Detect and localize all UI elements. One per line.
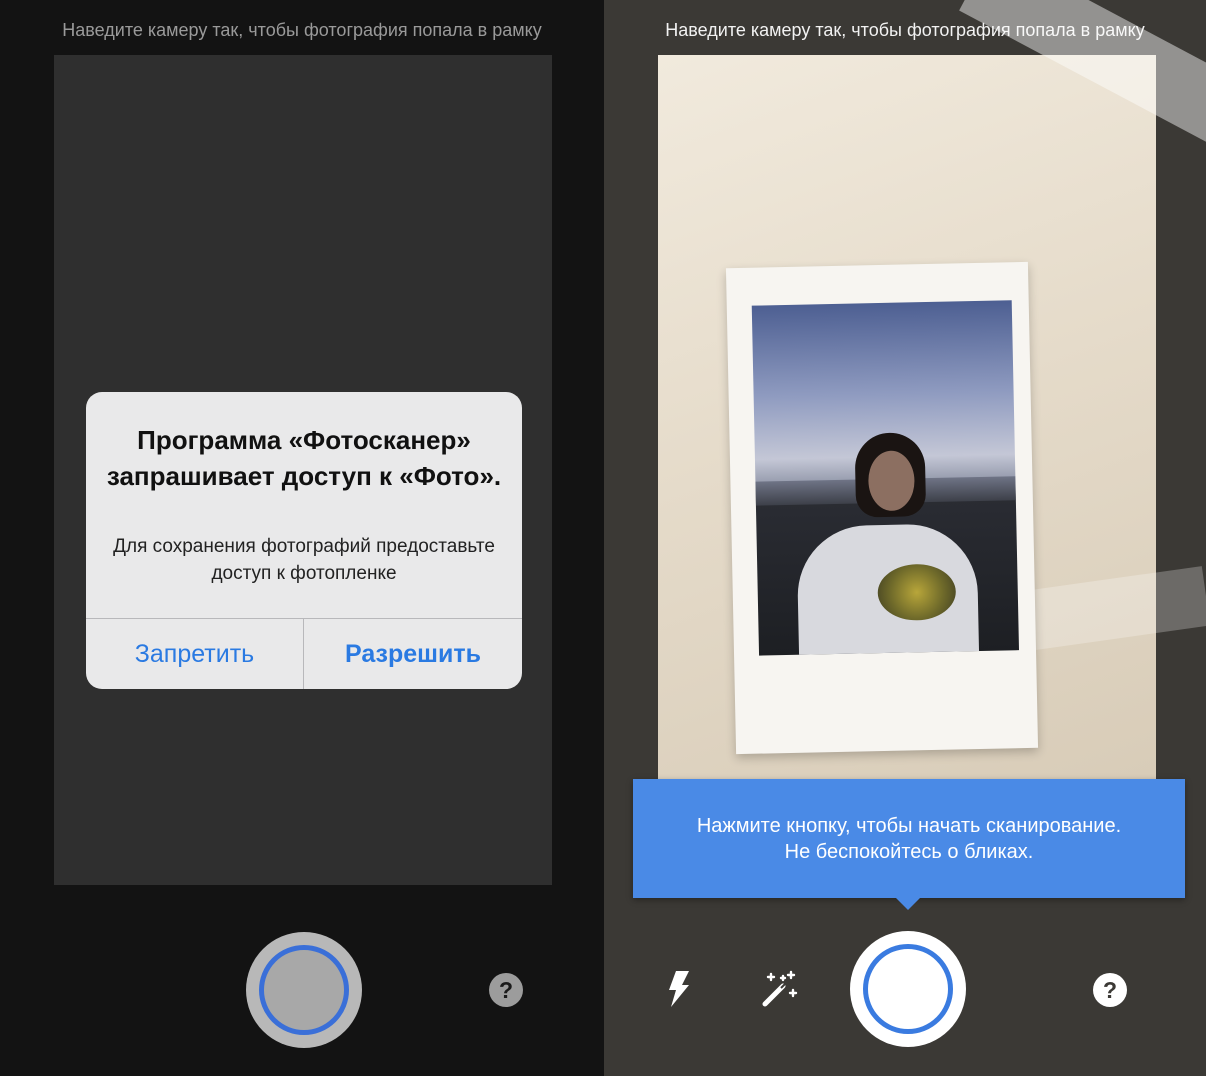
- shutter-button[interactable]: [850, 931, 966, 1047]
- help-icon[interactable]: ?: [1093, 973, 1127, 1007]
- allow-button[interactable]: Разрешить: [304, 619, 522, 689]
- alert-message: Для сохранения фотографий предоставьте д…: [113, 536, 495, 584]
- shutter-icon: [259, 945, 349, 1035]
- instant-photo-print: [725, 261, 1039, 755]
- help-icon[interactable]: ?: [489, 973, 523, 1007]
- left-screen: Наведите камеру так, чтобы фотография по…: [0, 0, 604, 1076]
- permission-alert: Программа «Фотосканер» запрашивает досту…: [86, 392, 522, 689]
- photo-image: [751, 300, 1020, 656]
- shutter-button[interactable]: [246, 932, 362, 1048]
- tooltip-line-2: Не беспокойтесь о бликах.: [784, 840, 1034, 863]
- tooltip-arrow: [895, 897, 921, 910]
- framing-hint: Наведите камеру так, чтобы фотография по…: [62, 20, 542, 40]
- tooltip-line-1: Нажмите кнопку, чтобы начать сканировани…: [696, 814, 1122, 837]
- flash-icon[interactable]: [667, 971, 691, 1007]
- shutter-icon: [863, 944, 953, 1034]
- magic-wand-icon[interactable]: [761, 970, 799, 1008]
- right-screen: Наведите камеру так, чтобы фотография по…: [604, 0, 1206, 1076]
- question-mark-glyph: ?: [1102, 976, 1118, 1003]
- alert-title: Программа «Фотосканер» запрашивает досту…: [106, 425, 502, 491]
- scan-tooltip: Нажмите кнопку, чтобы начать сканировани…: [633, 779, 1185, 898]
- deny-button[interactable]: Запретить: [86, 619, 303, 689]
- camera-viewfinder: [658, 0, 1206, 780]
- question-mark-glyph: ?: [498, 976, 514, 1003]
